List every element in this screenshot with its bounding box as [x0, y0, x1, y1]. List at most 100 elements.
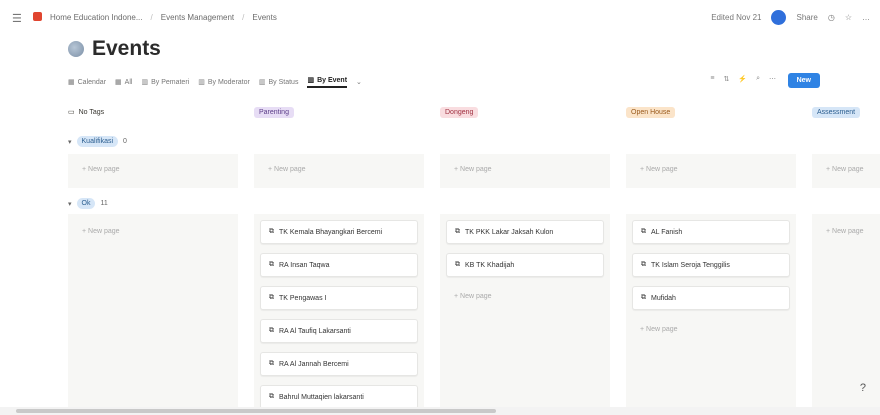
menu-icon[interactable]: ☰ — [12, 12, 22, 25]
page-icon: ⧉ — [269, 294, 274, 301]
card[interactable]: ⧉ RA Al Taufiq Lakarsanti — [260, 319, 418, 343]
horizontal-scrollbar[interactable] — [0, 407, 880, 415]
new-page-button[interactable]: + New page — [640, 326, 678, 333]
group-header-ok[interactable]: ▾ Ok 11 — [68, 198, 108, 209]
page-icon: ⧉ — [269, 393, 274, 400]
board-icon: ▥ — [198, 79, 205, 86]
view-tabs: ▦ Calendar ▦ All ▥ By Pemateri ▥ By Moderato… — [68, 72, 848, 92]
card[interactable]: ⧉ AL Fanish — [632, 220, 790, 244]
avatar[interactable] — [771, 10, 787, 25]
lane: + New page — [68, 154, 238, 188]
new-button[interactable]: New — [787, 73, 820, 88]
new-page-button[interactable]: + New page — [454, 166, 492, 173]
new-page-button[interactable]: + New page — [640, 166, 678, 173]
search-icon[interactable]: ⌕ — [756, 75, 760, 83]
column-label: No Tags — [78, 108, 105, 116]
new-page-button[interactable]: + New page — [826, 166, 864, 173]
new-page-button[interactable]: + New page — [82, 228, 120, 235]
star-icon[interactable]: ☆ — [845, 13, 852, 22]
lane: + New page — [440, 154, 610, 188]
tab-label: Calendar — [77, 78, 107, 86]
tab-all[interactable]: ▦ All — [115, 78, 133, 87]
filter-icon[interactable]: ≡ — [710, 75, 714, 83]
top-bar: ☰ Home Education Indone... / Events Mana… — [0, 0, 880, 36]
column-header-open-house[interactable]: Open House — [626, 104, 676, 120]
tab-label: By Pemateri — [151, 78, 190, 86]
chevron-down-icon[interactable]: ▾ — [68, 138, 72, 146]
card-title: TK Islam Seroja Tenggilis — [651, 261, 730, 269]
workspace-icon[interactable] — [33, 12, 42, 21]
new-page-button[interactable]: + New page — [82, 166, 120, 173]
card-title: RA Al Jannah Bercemi — [279, 360, 349, 368]
chevron-down-icon[interactable]: ⌄ — [356, 78, 362, 86]
new-page-button[interactable]: + New page — [268, 166, 306, 173]
tab-by-pemateri[interactable]: ▥ By Pemateri — [141, 78, 190, 87]
card[interactable]: ⧉ TK PKK Lakar Jaksah Kulon — [446, 220, 604, 244]
new-page-button[interactable]: + New page — [454, 293, 492, 300]
more-icon[interactable]: ⋯ — [769, 75, 776, 83]
breadcrumb-item-workspace[interactable]: Home Education Indone... — [50, 13, 143, 22]
help-icon[interactable]: ? — [860, 382, 866, 394]
card-title: KB TK Khadijah — [465, 261, 515, 269]
card-title: RA Al Taufiq Lakarsanti — [279, 327, 351, 335]
top-right-actions: Edited Nov 21 Share ◷ ☆ … — [711, 10, 870, 25]
sort-icon[interactable]: ⇅ — [723, 75, 729, 83]
column-header-assessment[interactable]: Assessment — [812, 104, 861, 120]
share-button[interactable]: Share — [796, 13, 817, 22]
tab-calendar[interactable]: ▦ Calendar — [68, 78, 107, 87]
card[interactable]: ⧉ Mufidah — [632, 286, 790, 310]
tab-label: By Status — [268, 78, 299, 86]
page-title[interactable]: Events — [92, 37, 161, 61]
new-page-button[interactable]: + New page — [826, 228, 864, 235]
card[interactable]: ⧉ TK Pengawas I — [260, 286, 418, 310]
card[interactable]: ⧉ RA Insan Taqwa — [260, 253, 418, 277]
lightning-icon[interactable]: ⚡ — [738, 75, 747, 83]
board-icon: ▥ — [307, 77, 315, 84]
card[interactable]: ⧉ KB TK Khadijah — [446, 253, 604, 277]
page-icon: ⧉ — [455, 261, 460, 268]
column-header-no-tags[interactable]: ▭ No Tags — [68, 104, 104, 120]
page-icon: ⧉ — [641, 261, 646, 268]
page-icon[interactable] — [68, 41, 84, 57]
card-title: TK PKK Lakar Jaksah Kulon — [465, 228, 554, 236]
lane-assessment: + New page — [812, 214, 880, 415]
tab-by-status[interactable]: ▥ By Status — [258, 78, 299, 87]
more-icon[interactable]: … — [862, 13, 870, 22]
scrollbar-thumb[interactable] — [16, 409, 496, 413]
column-label: Dongeng — [440, 106, 479, 118]
lane: + New page — [812, 154, 880, 188]
board-icon: ▥ — [141, 79, 149, 86]
group-count: 0 — [123, 138, 127, 145]
clock-icon[interactable]: ◷ — [828, 13, 835, 22]
card-title: Mufidah — [651, 294, 676, 302]
tab-by-moderator[interactable]: ▥ By Moderator — [198, 78, 250, 87]
page-icon: ⧉ — [269, 360, 274, 367]
chevron-down-icon[interactable]: ▾ — [68, 200, 72, 208]
card[interactable]: ⧉ TK Kemala Bhayangkari Bercemi — [260, 220, 418, 244]
page-icon: ⧉ — [269, 261, 274, 268]
column-header-parenting[interactable]: Parenting — [254, 104, 294, 120]
card-title: TK Kemala Bhayangkari Bercemi — [279, 228, 383, 236]
page-icon: ⧉ — [455, 228, 460, 235]
card[interactable]: ⧉ TK Islam Seroja Tenggilis — [632, 253, 790, 277]
board-icon: ▥ — [258, 79, 266, 86]
column-label: Open House — [626, 106, 676, 118]
tab-by-event[interactable]: ▥ By Event — [307, 76, 348, 88]
lane: + New page — [68, 214, 238, 415]
column-label: Parenting — [254, 106, 294, 118]
column-header-dongeng[interactable]: Dongeng — [440, 104, 479, 120]
column-label: Assessment — [812, 106, 861, 118]
page-icon: ⧉ — [641, 294, 646, 301]
card[interactable]: ⧉ RA Al Jannah Bercemi — [260, 352, 418, 376]
breadcrumb-item-events-management[interactable]: Events Management — [161, 13, 234, 22]
breadcrumb: Home Education Indone... / Events Manage… — [50, 13, 277, 22]
view-tools: ≡ ⇅ ⚡ ⌕ ⋯ — [710, 75, 776, 83]
page-icon: ⧉ — [269, 228, 274, 235]
breadcrumb-item-events[interactable]: Events — [252, 13, 276, 22]
group-count: 11 — [100, 200, 108, 207]
group-label: Ok — [76, 198, 96, 209]
group-header-kualifikasi[interactable]: ▾ Kualifikasi 0 — [68, 136, 127, 147]
breadcrumb-separator: / — [242, 13, 245, 22]
card[interactable]: ⧉ Bahrul Muttaqien lakarsanti — [260, 385, 418, 409]
tab-label: All — [124, 78, 133, 86]
